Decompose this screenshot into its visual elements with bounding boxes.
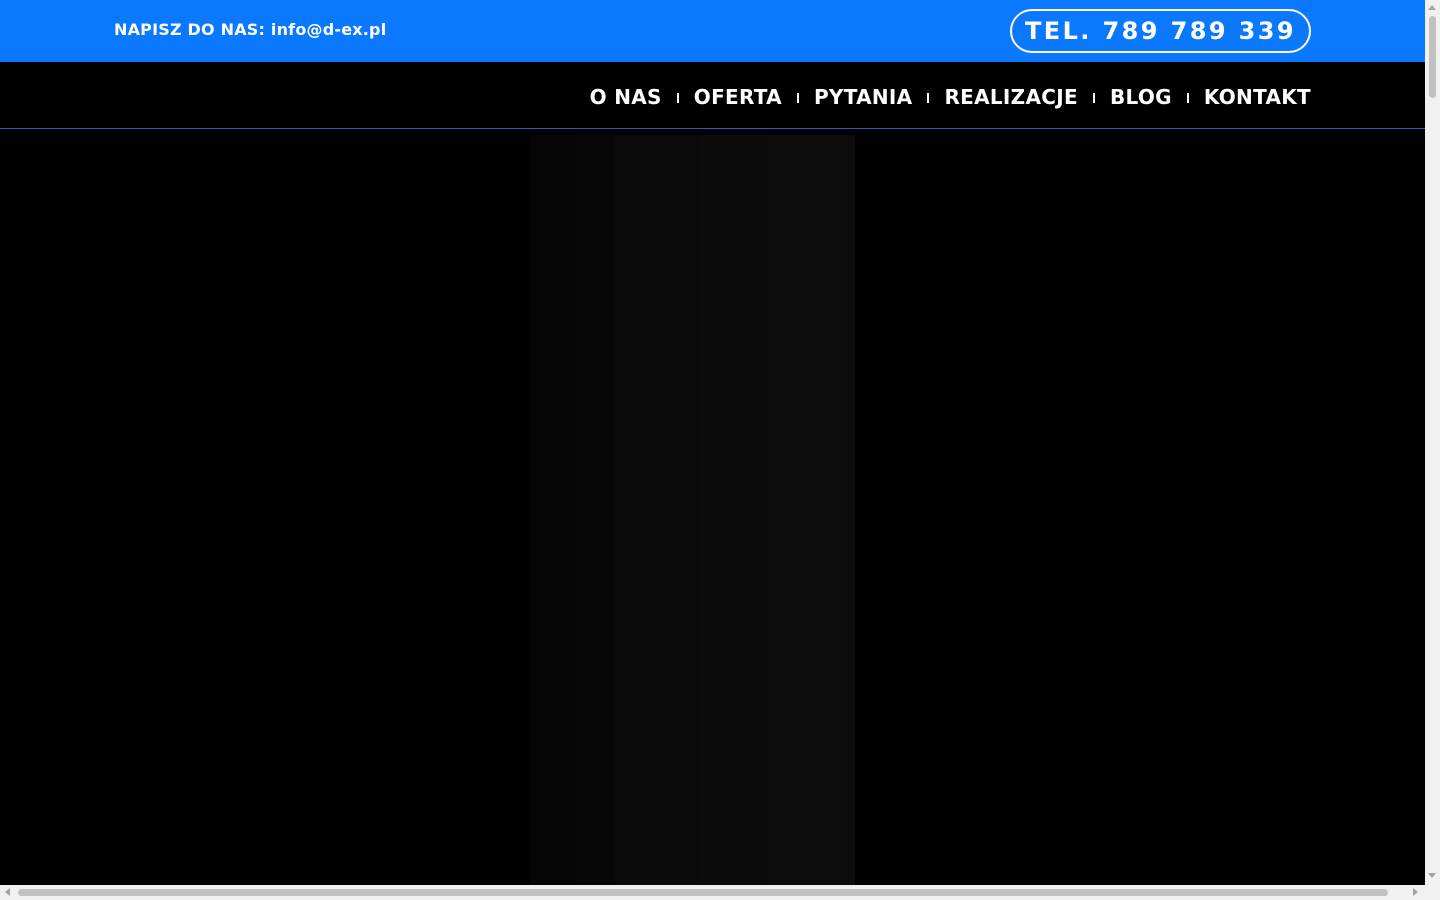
- chevron-down-icon[interactable]: [1428, 873, 1436, 878]
- top-contact-bar: NAPISZ DO NAS: info@d-ex.pl TEL. 789 789…: [0, 0, 1425, 62]
- vertical-scrollbar[interactable]: [1425, 0, 1440, 885]
- main-menu: O NAS OFERTA PYTANIA REALIZACJE BLOG KON…: [590, 85, 1311, 109]
- page: NAPISZ DO NAS: info@d-ex.pl TEL. 789 789…: [0, 0, 1425, 885]
- nav-item-o-nas[interactable]: O NAS: [590, 85, 662, 109]
- phone-button[interactable]: TEL. 789 789 339: [1010, 9, 1311, 53]
- nav-separator: [1186, 93, 1189, 103]
- hero-shade-stripe: [700, 135, 770, 885]
- hero-shade-stripe: [770, 135, 855, 885]
- scrollbar-corner: [1425, 885, 1440, 900]
- hero-shade-stripe: [615, 135, 700, 885]
- nav-item-blog[interactable]: BLOG: [1110, 85, 1172, 109]
- vertical-scroll-thumb[interactable]: [1429, 16, 1436, 98]
- main-navbar: O NAS OFERTA PYTANIA REALIZACJE BLOG KON…: [0, 62, 1425, 129]
- horizontal-scroll-thumb[interactable]: [18, 889, 1388, 896]
- nav-item-realizacje[interactable]: REALIZACJE: [944, 85, 1078, 109]
- horizontal-scrollbar[interactable]: [0, 885, 1425, 900]
- nav-item-kontakt[interactable]: KONTAKT: [1204, 85, 1311, 109]
- email-label: NAPISZ DO NAS:: [114, 20, 266, 39]
- hero-shade-stripe: [530, 135, 575, 885]
- hero-shade-stripe: [575, 135, 615, 885]
- chevron-left-icon[interactable]: [5, 888, 10, 896]
- nav-separator: [676, 93, 679, 103]
- chevron-up-icon[interactable]: [1428, 5, 1436, 10]
- hero-section: [0, 135, 1425, 885]
- chevron-right-icon[interactable]: [1413, 888, 1418, 896]
- nav-separator: [927, 93, 930, 103]
- nav-separator: [1092, 93, 1095, 103]
- email-contact: NAPISZ DO NAS: info@d-ex.pl: [114, 20, 386, 39]
- email-link[interactable]: info@d-ex.pl: [271, 20, 387, 39]
- nav-item-pytania[interactable]: PYTANIA: [814, 85, 912, 109]
- nav-item-oferta[interactable]: OFERTA: [694, 85, 782, 109]
- nav-separator: [796, 93, 799, 103]
